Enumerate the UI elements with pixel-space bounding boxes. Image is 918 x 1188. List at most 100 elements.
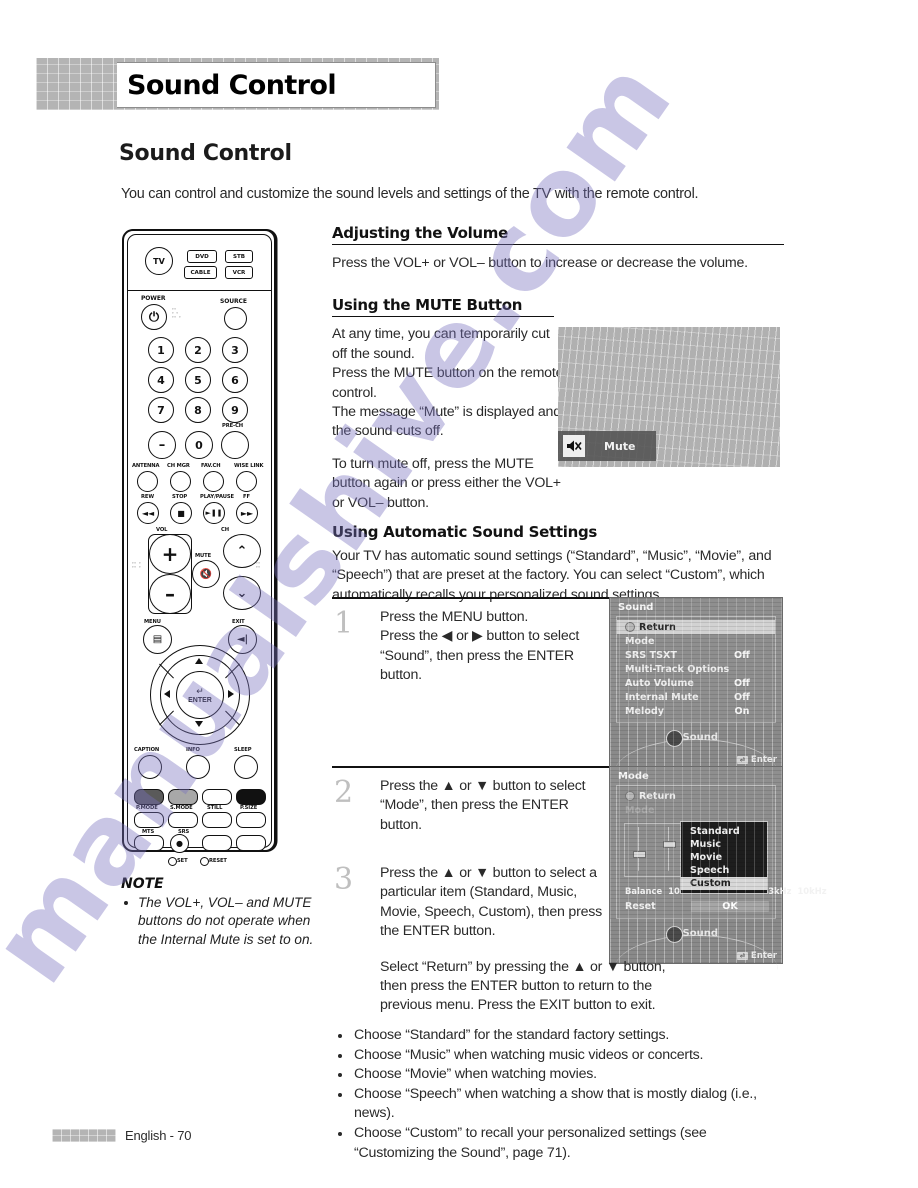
remote-key-7[interactable]: 7 <box>148 397 174 423</box>
remote-key-dash[interactable]: – <box>148 431 176 459</box>
ok-button[interactable]: OK <box>691 900 769 912</box>
remote-caption-button[interactable] <box>138 755 162 779</box>
remote-menu-button[interactable]: ▤ <box>143 625 172 654</box>
eq-knob-100hz[interactable] <box>663 841 676 848</box>
eq-knob-balance[interactable] <box>633 851 646 858</box>
bullet-custom: Choose “Custom” to recall your personali… <box>332 1124 784 1163</box>
remote-key-1[interactable]: 1 <box>148 337 174 363</box>
eq-label-3khz: 3kHz <box>768 885 792 896</box>
remote-power-button[interactable]: ⏻ <box>141 304 167 330</box>
remote-pmode-button[interactable] <box>134 812 164 828</box>
remote-tv-button[interactable]: TV <box>145 247 173 275</box>
remote-playpause-button[interactable]: ►❚❚ <box>203 502 225 524</box>
osd-item-srs-value: Off <box>734 649 750 661</box>
note-heading: NOTE <box>121 876 164 892</box>
remote-key-0[interactable]: 0 <box>185 431 213 459</box>
step-1-text: Press the MENU button. Press the ◀ or ▶ … <box>380 609 580 684</box>
remote-rew-label: REW <box>141 494 154 500</box>
remote-stop-button[interactable]: ■ <box>170 502 192 524</box>
osd-item-srs-tsxt[interactable]: SRS TSXT Off <box>617 648 775 662</box>
remote-smode-color-button[interactable] <box>168 789 198 805</box>
page-header-box: Sound Control <box>117 62 436 108</box>
mute-paragraph-2: To turn mute off, press the MUTE button … <box>332 455 561 511</box>
remote-key-2[interactable]: 2 <box>185 337 211 363</box>
dpad-down-icon[interactable] <box>195 721 203 727</box>
remote-volume-down-button[interactable]: – <box>149 574 191 614</box>
dpad-left-icon[interactable] <box>164 690 170 698</box>
remote-key-5[interactable]: 5 <box>185 367 211 393</box>
remote-still-label: STILL <box>207 805 223 811</box>
remote-antenna-label: ANTENNA <box>132 463 160 469</box>
remote-channel-down-button[interactable]: ⌄ <box>223 576 261 610</box>
step-1-number: 1 <box>334 606 354 641</box>
note-item: The VOL+, VOL– and MUTE buttons do not o… <box>121 894 321 949</box>
remote-stb-button[interactable]: STB <box>225 250 253 263</box>
remote-reset-button[interactable] <box>200 857 209 866</box>
osd-item-mode[interactable]: Mode <box>617 634 775 648</box>
remote-ff-button[interactable]: ►► <box>236 502 258 524</box>
mode-option-movie[interactable]: Movie <box>681 851 767 864</box>
osd-mode-enter-label: Enter <box>750 951 777 961</box>
remote-favch-button[interactable] <box>203 471 224 492</box>
remote-still-button[interactable] <box>202 812 232 828</box>
return-dot-icon <box>625 791 635 801</box>
remote-wiselink-button[interactable] <box>236 471 257 492</box>
remote-exit-button[interactable]: ◄| <box>228 625 257 654</box>
remote-rew-button[interactable]: ◄◄ <box>137 502 159 524</box>
remote-psize-button[interactable] <box>236 812 266 828</box>
remote-pmode-color-button[interactable] <box>134 789 164 805</box>
remote-divider <box>127 290 271 291</box>
remote-smode-button[interactable] <box>168 812 198 828</box>
page-header-band: Sound Control <box>36 58 439 110</box>
remote-key-4[interactable]: 4 <box>148 367 174 393</box>
remote-dvd-button[interactable]: DVD <box>187 250 217 263</box>
remote-enter-button[interactable]: ↵ ENTER <box>176 671 224 719</box>
remote-info-button[interactable] <box>186 755 210 779</box>
mode-option-speech[interactable]: Speech <box>681 864 767 877</box>
remote-antenna-button[interactable] <box>137 471 158 492</box>
eq-slider-balance[interactable] <box>638 827 639 871</box>
remote-sleep-label: SLEEP <box>234 747 252 753</box>
remote-volume-up-button[interactable]: + <box>149 534 191 574</box>
osd-mode-item-mode[interactable]: Mode <box>617 803 775 817</box>
osd-item-internal-mute[interactable]: Internal Mute Off <box>617 690 775 704</box>
osd-mode-item-return[interactable]: Return <box>617 789 775 803</box>
osd-enter-hint: ⏎ Enter <box>736 951 777 961</box>
remote-cable-button[interactable]: CABLE <box>184 266 217 279</box>
remote-sleep-button[interactable] <box>234 755 258 779</box>
osd-item-multitrack[interactable]: Multi-Track Options <box>617 662 775 676</box>
osd-item-auto-volume[interactable]: Auto Volume Off <box>617 676 775 690</box>
remote-key-3[interactable]: 3 <box>222 337 248 363</box>
remote-still-color-button[interactable] <box>202 789 232 805</box>
remote-psize-color-button[interactable] <box>236 789 266 805</box>
remote-vcr-button[interactable]: VCR <box>225 266 253 279</box>
remote-key-6[interactable]: 6 <box>222 367 248 393</box>
osd-item-melody[interactable]: Melody On <box>617 704 775 718</box>
mode-option-standard[interactable]: Standard <box>681 825 767 838</box>
remote-key-8[interactable]: 8 <box>185 397 211 423</box>
remote-prech-button[interactable] <box>221 431 249 459</box>
mute-section: At any time, you can temporarily cut off… <box>332 325 784 513</box>
remote-chmgr-button[interactable] <box>170 471 191 492</box>
remote-set-button[interactable] <box>168 857 177 866</box>
enter-key-icon: ⏎ <box>736 952 748 960</box>
dpad-up-icon[interactable] <box>195 658 203 664</box>
mode-option-custom[interactable]: Custom <box>681 877 767 890</box>
osd-item-return[interactable]: Return <box>617 620 775 634</box>
remote-mts-button[interactable] <box>134 835 164 851</box>
osd-speaker-icon <box>666 730 683 747</box>
remote-source-button[interactable] <box>224 307 247 330</box>
mode-options-dropdown[interactable]: Standard Music Movie Speech Custom <box>680 821 768 894</box>
remote-extra-button-1[interactable] <box>202 835 232 851</box>
reset-row[interactable]: Reset OK <box>625 899 769 913</box>
remote-mute-button[interactable]: 🔇 <box>192 560 220 588</box>
dpad-right-icon[interactable] <box>228 690 234 698</box>
remote-srs-button[interactable]: ● <box>170 834 189 853</box>
osd-sound-list: Return Mode SRS TSXT Off Multi-Track Opt… <box>616 616 776 723</box>
heading-mute-button: Using the MUTE Button <box>332 296 554 318</box>
remote-info-label: INFO <box>186 747 200 753</box>
mode-option-music[interactable]: Music <box>681 838 767 851</box>
eq-slider-100hz[interactable] <box>668 827 669 871</box>
remote-key-9[interactable]: 9 <box>222 397 248 423</box>
remote-extra-button-2[interactable] <box>236 835 266 851</box>
